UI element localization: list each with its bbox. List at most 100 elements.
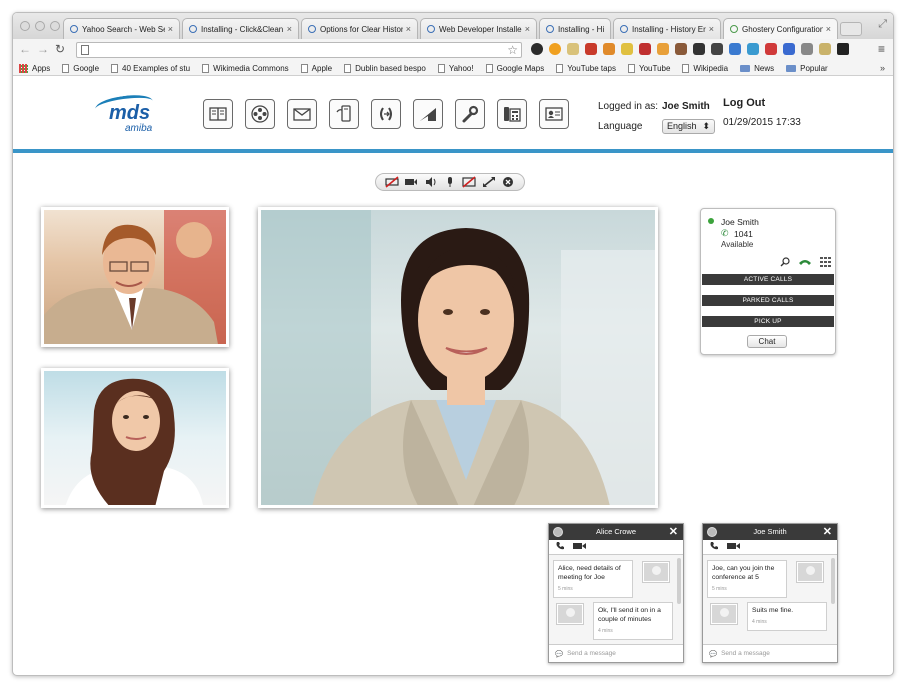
extension-icon[interactable] bbox=[711, 43, 723, 55]
bookmark-item[interactable]: Google bbox=[62, 63, 99, 73]
video-off-icon[interactable] bbox=[385, 176, 399, 188]
pick-up-header[interactable]: PICK UP bbox=[702, 316, 834, 327]
folder-icon bbox=[740, 64, 751, 72]
mobile-phone-icon[interactable] bbox=[329, 99, 359, 129]
extension-icon[interactable] bbox=[801, 43, 813, 55]
camera-icon[interactable] bbox=[404, 176, 418, 188]
bookmark-item[interactable]: Wikipedia bbox=[682, 63, 728, 73]
extension-icon[interactable] bbox=[531, 43, 543, 55]
browser-tab[interactable]: Installing - Click&Clean × bbox=[182, 18, 299, 39]
extension-icon[interactable] bbox=[585, 43, 597, 55]
close-icon[interactable]: ✕ bbox=[669, 524, 678, 540]
bookmark-item[interactable]: 40 Examples of stu bbox=[111, 63, 190, 73]
tab-close-icon[interactable]: × bbox=[287, 24, 292, 34]
bookmark-item[interactable]: Wikimedia Commons bbox=[202, 63, 289, 73]
phone-icon[interactable] bbox=[709, 541, 719, 553]
extension-icon[interactable] bbox=[675, 43, 687, 55]
logout-link[interactable]: Log Out bbox=[723, 97, 765, 109]
extension-icon[interactable] bbox=[747, 43, 759, 55]
extension-icon[interactable] bbox=[765, 43, 777, 55]
close-circle-icon[interactable] bbox=[501, 176, 515, 188]
bookmark-star-icon[interactable]: ☆ bbox=[507, 43, 518, 57]
page-icon bbox=[485, 63, 493, 73]
reload-icon[interactable]: ↻ bbox=[55, 42, 65, 56]
tab-close-icon[interactable]: × bbox=[168, 24, 173, 34]
phone-icon[interactable] bbox=[555, 541, 565, 553]
signal-meter-icon[interactable] bbox=[413, 99, 443, 129]
extension-icon[interactable] bbox=[837, 43, 849, 55]
chat-scrollbar[interactable] bbox=[831, 558, 835, 604]
desk-phone-icon[interactable] bbox=[497, 99, 527, 129]
browser-tab[interactable]: Yahoo Search - Web Sea × bbox=[63, 18, 180, 39]
browser-tab[interactable]: Web Developer Installed × bbox=[420, 18, 537, 39]
search-icon[interactable] bbox=[780, 257, 790, 270]
bookmark-item[interactable]: Apple bbox=[300, 63, 332, 73]
call-forward-icon[interactable] bbox=[371, 99, 401, 129]
tab-favicon-icon bbox=[308, 25, 316, 33]
close-icon[interactable]: ✕ bbox=[823, 524, 832, 540]
hamburger-menu-icon[interactable]: ≡ bbox=[878, 42, 885, 56]
tab-close-icon[interactable]: × bbox=[406, 24, 411, 34]
video-tile-participant-1[interactable] bbox=[41, 207, 229, 347]
contact-card-icon[interactable] bbox=[539, 99, 569, 129]
extension-icon[interactable] bbox=[819, 43, 831, 55]
video-camera-icon[interactable] bbox=[727, 542, 740, 552]
bookmarks-overflow-button[interactable]: » bbox=[880, 63, 885, 73]
extension-icon[interactable] bbox=[567, 43, 579, 55]
video-tile-participant-2[interactable] bbox=[41, 368, 229, 508]
conference-group-icon[interactable] bbox=[245, 99, 275, 129]
bookmark-folder[interactable]: Popular bbox=[786, 64, 828, 73]
bookmark-item[interactable]: Yahoo! bbox=[437, 63, 474, 73]
browser-tab[interactable]: Installing - Histo bbox=[539, 18, 611, 39]
fullscreen-icon[interactable] bbox=[482, 176, 496, 188]
parked-calls-header[interactable]: PARKED CALLS bbox=[702, 295, 834, 306]
handset-icon[interactable] bbox=[798, 258, 812, 269]
extension-icon[interactable] bbox=[783, 43, 795, 55]
tab-close-icon[interactable]: × bbox=[525, 24, 530, 34]
bookmark-item[interactable]: YouTube taps bbox=[556, 63, 616, 73]
tab-close-icon[interactable]: × bbox=[826, 24, 831, 34]
browser-tab[interactable]: Installing - History Erase× bbox=[613, 18, 721, 39]
address-bar[interactable]: ☆ bbox=[76, 42, 522, 58]
chat-button[interactable]: Chat bbox=[747, 335, 787, 348]
language-select[interactable]: English ⬍ bbox=[662, 118, 716, 134]
extension-icon[interactable] bbox=[639, 43, 651, 55]
bookmark-apps[interactable]: Apps bbox=[19, 63, 50, 73]
browser-tab-active[interactable]: Ghostery Configuration × bbox=[723, 18, 838, 39]
extension-icon[interactable] bbox=[693, 43, 705, 55]
bookmark-item[interactable]: Google Maps bbox=[485, 63, 544, 73]
dialpad-icon[interactable] bbox=[820, 257, 831, 270]
close-window-button[interactable] bbox=[20, 21, 30, 31]
microphone-icon[interactable] bbox=[443, 176, 457, 188]
bookmark-item[interactable]: Dublin based bespo bbox=[344, 63, 426, 73]
active-calls-header[interactable]: ACTIVE CALLS bbox=[702, 274, 834, 285]
chat-scrollbar[interactable] bbox=[677, 558, 681, 604]
zoom-window-button[interactable] bbox=[50, 21, 60, 31]
new-tab-button[interactable] bbox=[840, 22, 862, 36]
speaker-icon[interactable] bbox=[424, 176, 438, 188]
chat-message-input[interactable]: 💬 Send a message bbox=[703, 644, 837, 662]
screen-share-off-icon[interactable] bbox=[462, 176, 476, 188]
extension-icon[interactable] bbox=[729, 43, 741, 55]
extension-icon[interactable] bbox=[603, 43, 615, 55]
header-divider bbox=[13, 149, 893, 153]
extension-icon[interactable] bbox=[657, 43, 669, 55]
browser-tab[interactable]: Options for Clear Histor × bbox=[301, 18, 418, 39]
tab-close-icon[interactable]: × bbox=[709, 24, 714, 34]
forward-arrow-icon[interactable]: → bbox=[37, 42, 49, 56]
chat-message-received: Alice, need details of meeting for Joe 5… bbox=[553, 560, 633, 598]
minimize-window-button[interactable] bbox=[35, 21, 45, 31]
back-arrow-icon[interactable]: ← bbox=[19, 42, 31, 56]
mail-icon[interactable] bbox=[287, 99, 317, 129]
fullscreen-toggle-icon[interactable]: ⤢ bbox=[878, 18, 887, 31]
directory-book-icon[interactable] bbox=[203, 99, 233, 129]
chat-message-input[interactable]: 💬 Send a message bbox=[549, 644, 683, 662]
bookmark-folder[interactable]: News bbox=[740, 64, 774, 73]
extension-icon[interactable] bbox=[621, 43, 633, 55]
bookmark-item[interactable]: YouTube bbox=[627, 63, 670, 73]
video-tile-main[interactable] bbox=[258, 207, 658, 508]
extension-icon[interactable] bbox=[549, 43, 561, 55]
settings-wrench-icon[interactable] bbox=[455, 99, 485, 129]
video-camera-icon[interactable] bbox=[573, 542, 586, 552]
page-icon bbox=[62, 63, 70, 73]
